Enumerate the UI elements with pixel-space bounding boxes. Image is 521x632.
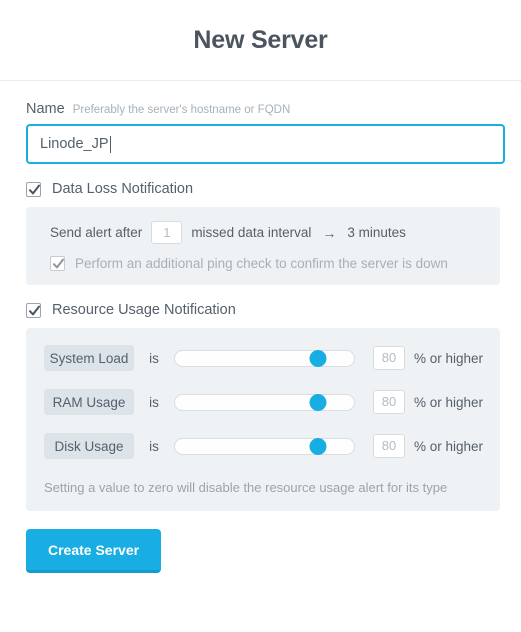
page-title: New Server xyxy=(193,25,328,54)
slider-system-load[interactable] xyxy=(174,349,355,367)
percent-input-ram-usage[interactable]: 80 xyxy=(373,390,405,414)
form-content: Name Preferably the server's hostname or… xyxy=(0,81,521,511)
create-server-button[interactable]: Create Server xyxy=(26,529,162,573)
name-label-row: Name Preferably the server's hostname or… xyxy=(26,101,505,117)
slider-thumb-system-load[interactable] xyxy=(309,349,327,367)
is-word-disk-usage: is xyxy=(149,438,159,454)
slider-thumb-ram-usage[interactable] xyxy=(309,393,327,411)
data-loss-panel: Send alert after 1 missed data interval … xyxy=(26,207,500,285)
is-word-system-load: is xyxy=(149,350,159,366)
resource-usage-panel: System Load is 80 % or higher RAM Usage … xyxy=(26,328,500,511)
name-hint: Preferably the server's hostname or FQDN xyxy=(72,104,291,116)
data-loss-label: Data Loss Notification xyxy=(52,181,194,197)
slider-ram-usage[interactable] xyxy=(174,393,355,411)
checkbox-resource-usage[interactable] xyxy=(26,302,41,318)
percent-suffix-ram-usage: % or higher xyxy=(414,394,484,410)
resource-usage-checkbox-row[interactable]: Resource Usage Notification xyxy=(26,302,505,318)
server-name-value: Linode_JP xyxy=(40,136,109,152)
interval-result: 3 minutes xyxy=(347,225,406,240)
checkbox-data-loss[interactable] xyxy=(26,181,41,197)
percent-suffix-disk-usage: % or higher xyxy=(414,438,484,454)
name-label: Name xyxy=(26,101,65,117)
arrow-right-icon: → xyxy=(322,224,337,241)
slider-thumb-disk-usage[interactable] xyxy=(309,437,327,455)
text-caret xyxy=(109,135,111,153)
percent-input-system-load[interactable]: 80 xyxy=(373,346,405,370)
checkbox-ping-check[interactable] xyxy=(50,256,65,271)
ping-check-row[interactable]: Perform an additional ping check to conf… xyxy=(26,256,500,271)
resource-label-disk-usage: Disk Usage xyxy=(44,433,134,459)
is-word-ram-usage: is xyxy=(149,394,159,410)
interval-suffix: missed data interval xyxy=(191,225,312,240)
data-loss-checkbox-row[interactable]: Data Loss Notification xyxy=(26,181,505,197)
page-header: New Server xyxy=(0,0,521,81)
send-alert-prefix: Send alert after xyxy=(50,225,143,240)
percent-suffix-system-load: % or higher xyxy=(414,350,484,366)
resource-row-disk-usage: Disk Usage is 80 % or higher xyxy=(26,432,500,460)
check-icon xyxy=(29,305,40,315)
slider-disk-usage[interactable] xyxy=(174,437,355,455)
resource-label-system-load: System Load xyxy=(44,345,134,371)
server-name-input[interactable]: Linode_JP xyxy=(26,124,505,164)
missed-interval-input[interactable]: 1 xyxy=(151,221,183,244)
check-icon xyxy=(29,184,40,194)
actions-row: Create Server xyxy=(0,511,521,573)
resource-usage-note: Setting a value to zero will disable the… xyxy=(44,480,448,495)
check-icon xyxy=(53,258,64,269)
ping-check-label: Perform an additional ping check to conf… xyxy=(75,256,448,271)
resource-label-ram-usage: RAM Usage xyxy=(44,389,134,415)
resource-usage-label: Resource Usage Notification xyxy=(52,302,236,318)
percent-input-disk-usage[interactable]: 80 xyxy=(373,434,405,458)
resource-row-system-load: System Load is 80 % or higher xyxy=(26,344,500,372)
send-alert-row: Send alert after 1 missed data interval … xyxy=(26,221,500,244)
resource-row-ram-usage: RAM Usage is 80 % or higher xyxy=(26,388,500,416)
